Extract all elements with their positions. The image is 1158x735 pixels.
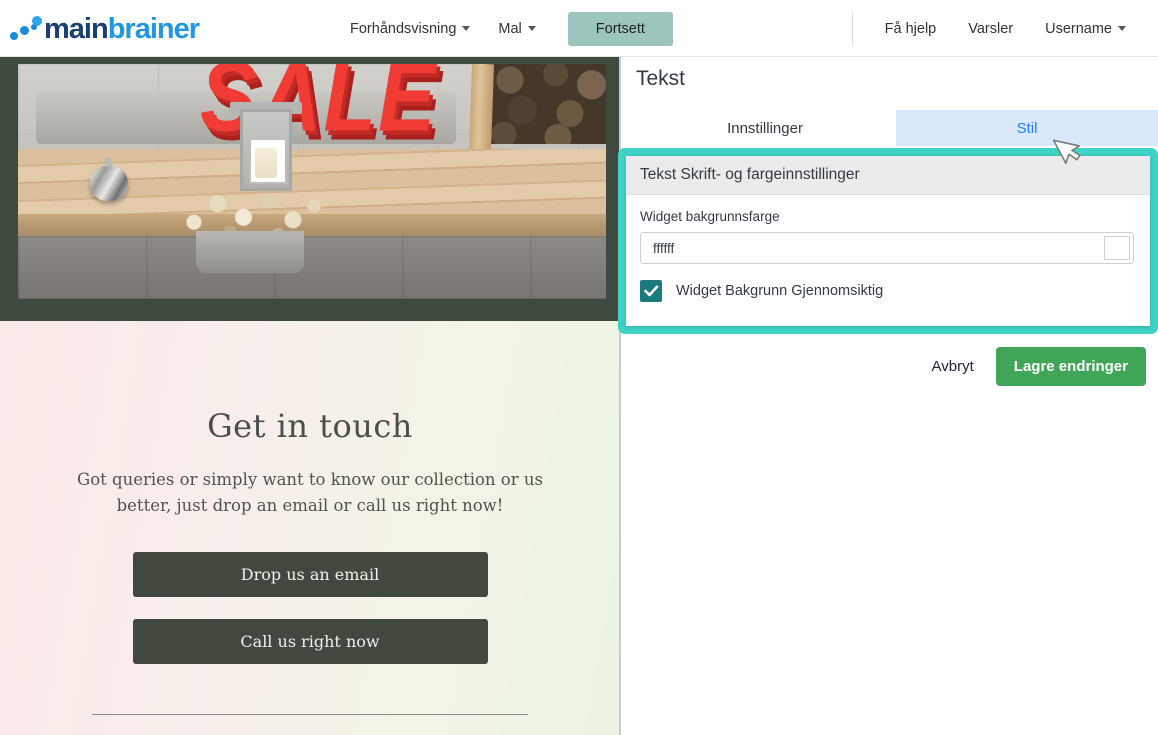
top-navigation-bar: mainbrainer Forhåndsvisning Mal Fortsett… — [0, 0, 1158, 57]
widget-background-transparent-checkbox[interactable] — [640, 280, 662, 302]
get-in-touch-body: Got queries or simply want to know our c… — [77, 470, 543, 515]
checkmark-icon — [643, 285, 658, 297]
get-in-touch-heading: Get in touch — [207, 407, 413, 445]
photo-firewood — [486, 64, 606, 144]
widget-background-color-field[interactable] — [640, 232, 1134, 264]
tab-innstillinger[interactable]: Innstillinger — [634, 110, 896, 146]
color-swatch-button[interactable] — [1104, 236, 1130, 260]
section-divider — [92, 714, 528, 716]
nav-center-group: Forhåndsvisning Mal Fortsett — [336, 0, 673, 57]
nav-right-group: Få hjelp Varsler Username — [851, 0, 1142, 57]
logo-dots-icon — [10, 16, 44, 42]
logo-text-main: main — [44, 12, 109, 45]
chevron-down-icon — [527, 26, 536, 31]
highlighted-settings-card: Tekst Skrift- og fargeinnstillinger Widg… — [618, 148, 1158, 334]
cancel-button[interactable]: Avbryt — [932, 358, 974, 375]
nav-item-username-label: Username — [1045, 20, 1112, 37]
nav-item-forhandsvisning-label: Forhåndsvisning — [350, 20, 457, 37]
nav-item-mal-label: Mal — [498, 20, 522, 37]
nav-item-forhandsvisning[interactable]: Forhåndsvisning — [336, 15, 484, 43]
app-root: mainbrainer Forhåndsvisning Mal Fortsett… — [0, 0, 1158, 735]
preview-image-block[interactable]: SALE — [0, 57, 620, 321]
widget-background-transparent-label: Widget Bakgrunn Gjennomsiktig — [676, 283, 884, 299]
photo-flower-bowl — [196, 231, 304, 274]
email-preview-pane: SALE Get in touch Got queries or simply … — [0, 57, 620, 735]
get-in-touch-section[interactable]: Get in touch Got queries or simply want … — [0, 321, 620, 735]
photo-silver-pot — [90, 158, 128, 202]
nav-item-fa-hjelp-label: Få hjelp — [884, 20, 937, 37]
nav-item-fa-hjelp[interactable]: Få hjelp — [869, 15, 953, 43]
drop-us-an-email-button[interactable]: Drop us an email — [132, 552, 488, 598]
widget-background-color-input[interactable] — [641, 233, 1081, 263]
nav-item-varsler[interactable]: Varsler — [952, 15, 1029, 43]
panel-title: Tekst — [636, 67, 686, 90]
call-us-right-now-button[interactable]: Call us right now — [132, 619, 488, 665]
panel-tabs: Innstillinger Stil — [634, 110, 1158, 146]
tab-stil[interactable]: Stil — [896, 110, 1158, 146]
settings-card-body: Widget bakgrunnsfarge Widget Bakgrunn Gj… — [626, 195, 1150, 316]
save-changes-button[interactable]: Lagre endringer — [995, 347, 1146, 386]
nav-item-varsler-label: Varsler — [968, 20, 1014, 37]
fortsett-button[interactable]: Fortsett — [567, 11, 673, 46]
preview-photo: SALE — [18, 64, 606, 299]
chevron-down-icon — [1118, 26, 1126, 31]
nav-item-username[interactable]: Username — [1029, 15, 1142, 43]
photo-lantern — [240, 108, 292, 191]
widget-transparent-row: Widget Bakgrunn Gjennomsiktig — [640, 280, 1136, 302]
nav-divider — [851, 11, 853, 46]
panel-action-buttons: Avbryt Lagre endringer — [932, 347, 1146, 386]
settings-card-header: Tekst Skrift- og fargeinnstillinger — [626, 156, 1150, 195]
nav-item-mal[interactable]: Mal — [484, 15, 549, 43]
widget-background-color-label: Widget bakgrunnsfarge — [640, 209, 780, 224]
chevron-down-icon — [462, 26, 471, 31]
mainbrainer-logo[interactable]: mainbrainer — [10, 12, 200, 46]
logo-text-brainer: brainer — [107, 12, 200, 45]
settings-card: Tekst Skrift- og fargeinnstillinger Widg… — [626, 156, 1150, 326]
